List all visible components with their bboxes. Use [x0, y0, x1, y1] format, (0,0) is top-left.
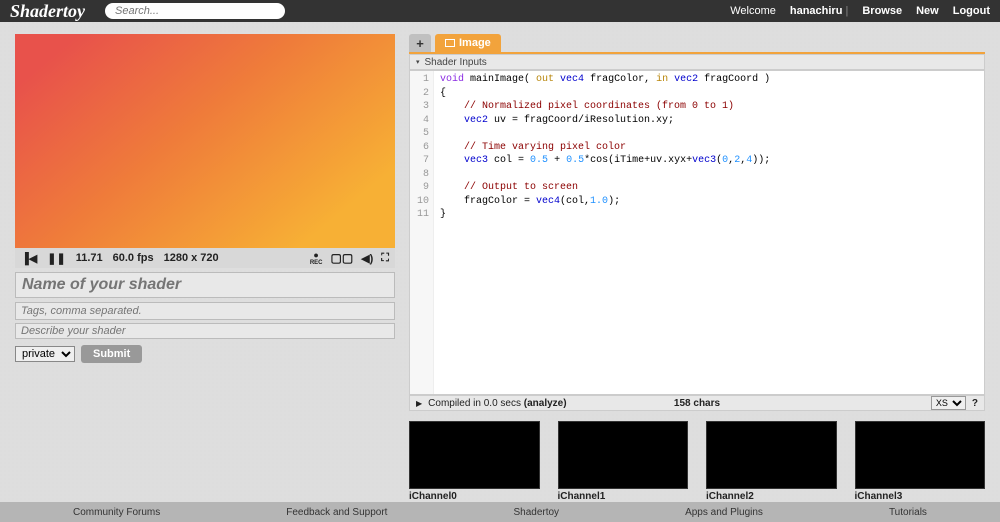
status-bar: ▶ Compiled in 0.0 secs (analyze) 158 cha… — [409, 395, 985, 411]
footer-tutorials[interactable]: Tutorials — [889, 507, 927, 518]
shader-inputs-bar[interactable]: ▾ Shader Inputs — [409, 54, 985, 70]
tab-bar: + Image — [409, 34, 985, 54]
footer-forums[interactable]: Community Forums — [73, 507, 160, 518]
channel-0-slot[interactable] — [409, 421, 540, 489]
channel-0: iChannel0 — [409, 421, 540, 502]
tab-label: Image — [459, 37, 491, 49]
channel-3-label: iChannel3 — [855, 491, 986, 502]
line-gutter: 1234567891011 — [410, 71, 434, 394]
header-right: Welcome hanachiru | Browse New Logout — [730, 5, 990, 17]
channel-1-slot[interactable] — [558, 421, 689, 489]
submit-button[interactable]: Submit — [81, 345, 142, 363]
channel-2-label: iChannel2 — [706, 491, 837, 502]
chevron-down-icon: ▾ — [416, 58, 420, 66]
welcome-text: Welcome — [730, 5, 776, 17]
search-input[interactable] — [105, 3, 285, 19]
channels-row: iChannel0 iChannel1 iChannel2 iChannel3 — [409, 421, 985, 502]
nav-browse[interactable]: Browse — [862, 5, 902, 17]
footer: Community Forums Feedback and Support Sh… — [0, 502, 1000, 522]
channel-1: iChannel1 — [558, 421, 689, 502]
separator: | — [846, 5, 849, 17]
channel-2-slot[interactable] — [706, 421, 837, 489]
record-icon[interactable]: ●REC — [310, 251, 323, 266]
nav-logout[interactable]: Logout — [953, 5, 990, 17]
channel-0-label: iChannel0 — [409, 491, 540, 502]
shader-preview[interactable] — [15, 34, 395, 248]
description-input[interactable] — [15, 323, 395, 339]
footer-apps[interactable]: Apps and Plugins — [685, 507, 763, 518]
pause-icon[interactable]: ❚❚ — [47, 252, 65, 265]
volume-icon[interactable]: ◀) — [361, 252, 373, 265]
vr-icon[interactable]: ▢▢ — [330, 251, 353, 265]
privacy-select[interactable]: private — [15, 346, 75, 362]
channel-1-label: iChannel1 — [558, 491, 689, 502]
username[interactable]: hanachiru — [790, 5, 843, 17]
right-column: + Image ▾ Shader Inputs 1234567891011 vo… — [409, 34, 985, 502]
player-fps: 60.0 fps — [113, 252, 154, 264]
help-icon[interactable]: ? — [972, 398, 978, 409]
tags-input[interactable] — [15, 302, 395, 320]
footer-brand[interactable]: Shadertoy — [513, 507, 559, 518]
analyze-link[interactable]: (analyze) — [524, 398, 567, 409]
channel-2: iChannel2 — [706, 421, 837, 502]
code-editor[interactable]: 1234567891011 void mainImage( out vec4 f… — [409, 70, 985, 395]
player-right: ●REC ▢▢ ◀) ⛶ — [310, 251, 389, 266]
logo[interactable]: Shadertoy — [10, 1, 85, 22]
fullscreen-icon[interactable]: ⛶ — [381, 252, 389, 265]
code-content[interactable]: void mainImage( out vec4 fragColor, in v… — [434, 71, 770, 394]
add-tab-button[interactable]: + — [409, 34, 431, 52]
left-column: ▐◀ ❚❚ 11.71 60.0 fps 1280 x 720 ●REC ▢▢ … — [15, 34, 395, 502]
tab-image[interactable]: Image — [435, 34, 501, 52]
channel-3-slot[interactable] — [855, 421, 986, 489]
nav-new[interactable]: New — [916, 5, 939, 17]
main-content: ▐◀ ❚❚ 11.71 60.0 fps 1280 x 720 ●REC ▢▢ … — [0, 22, 1000, 502]
monitor-icon — [445, 39, 455, 47]
compile-status: Compiled in 0.0 secs (analyze) — [428, 398, 566, 409]
player-resolution: 1280 x 720 — [164, 252, 219, 264]
char-count: 158 chars — [674, 398, 720, 409]
footer-feedback[interactable]: Feedback and Support — [286, 507, 387, 518]
player-time: 11.71 — [76, 252, 103, 264]
header: Shadertoy Welcome hanachiru | Browse New… — [0, 0, 1000, 22]
shader-name-input[interactable] — [15, 272, 395, 298]
compile-play-icon[interactable]: ▶ — [416, 399, 422, 408]
version-select[interactable]: XS — [931, 396, 966, 410]
channel-3: iChannel3 — [855, 421, 986, 502]
player-bar: ▐◀ ❚❚ 11.71 60.0 fps 1280 x 720 ●REC ▢▢ … — [15, 248, 395, 268]
rewind-icon[interactable]: ▐◀ — [21, 252, 37, 265]
